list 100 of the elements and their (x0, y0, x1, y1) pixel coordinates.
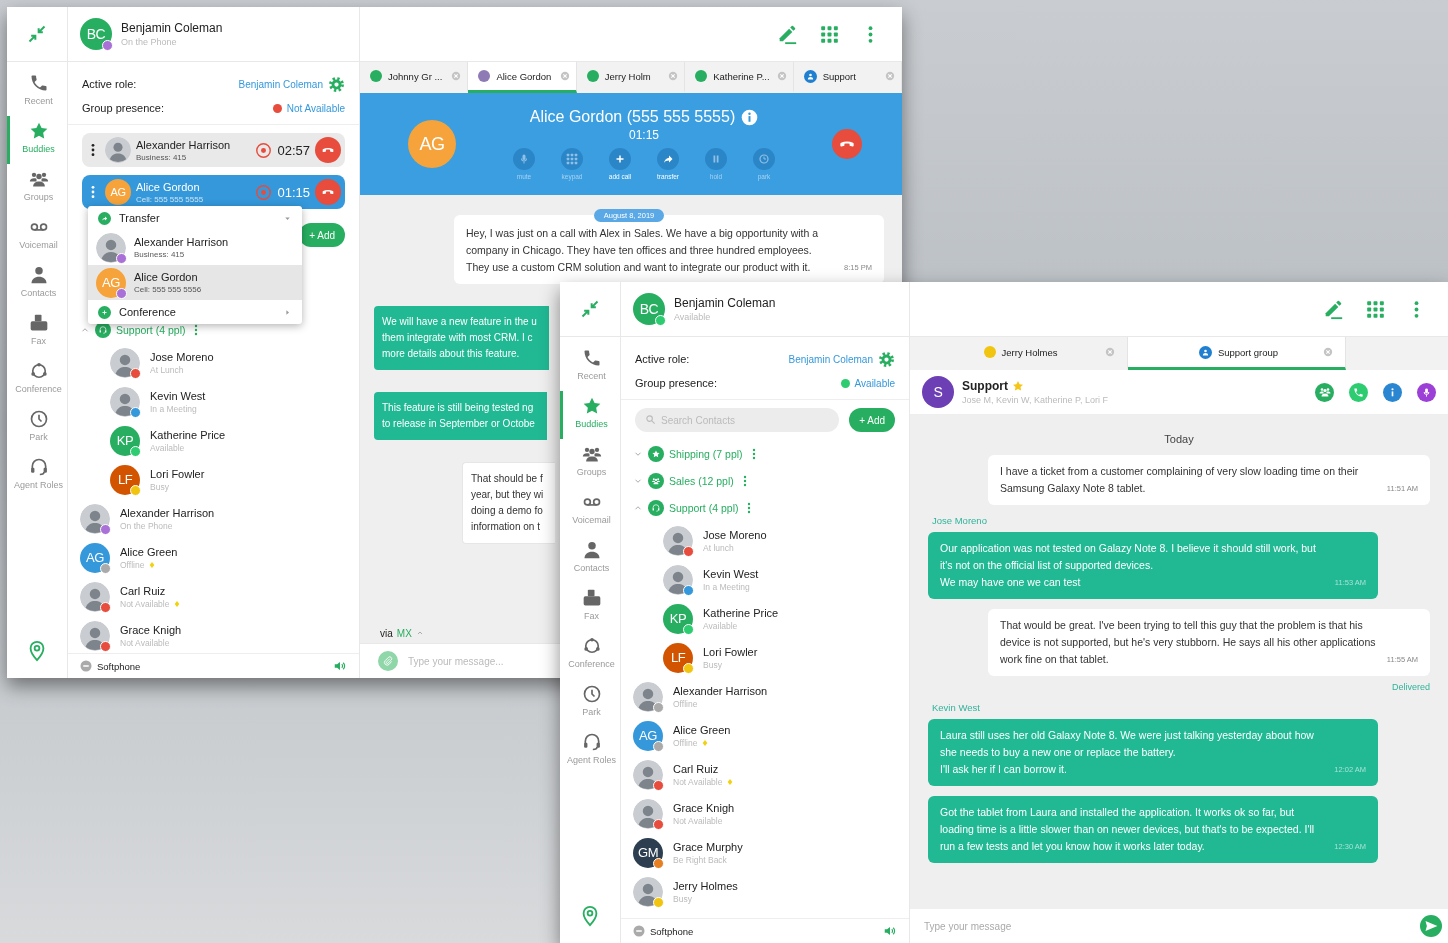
contact-name[interactable]: Jose Moreno (703, 528, 767, 541)
nav-item[interactable]: Contacts (7, 260, 67, 308)
add-button[interactable]: + Add (299, 223, 345, 247)
nav-item[interactable]: Conference (560, 631, 620, 679)
carrier-link[interactable]: MX (396, 627, 412, 639)
group-name[interactable]: Shipping (7 ppl) (669, 447, 743, 460)
menu-item[interactable]: Transfer (88, 206, 302, 230)
contact-name[interactable]: Katherine Price (150, 428, 226, 441)
nav-item[interactable]: Park (7, 404, 67, 452)
contact-status: Busy (703, 659, 722, 670)
send-button[interactable] (1420, 915, 1442, 937)
nav-item[interactable]: Recent (7, 68, 67, 116)
close-icon[interactable] (1105, 347, 1115, 357)
group-button[interactable] (1315, 382, 1334, 402)
menu-item[interactable]: Conference (88, 300, 302, 324)
presence-link[interactable]: Not Available (286, 102, 345, 114)
contact-name[interactable]: Jose Moreno (150, 350, 214, 363)
star-icon[interactable] (1012, 380, 1024, 392)
info-button[interactable] (1383, 382, 1402, 402)
hang-up-button[interactable] (832, 129, 862, 159)
add-button[interactable]: + Add (849, 408, 895, 432)
speaker-icon[interactable] (333, 659, 347, 673)
contact-number: Cell: 555 555 5556 (134, 285, 202, 294)
contact-name[interactable]: Alice Green (120, 545, 178, 558)
contact-name[interactable]: Carl Ruiz (673, 762, 735, 775)
compress-arrows-icon[interactable] (580, 299, 600, 319)
chat-tab[interactable]: Support group (1128, 337, 1346, 370)
chat-tab[interactable]: Alice Gordon (468, 62, 577, 93)
grid-icon[interactable] (820, 24, 839, 44)
message-text: Our application was not tested on Galazy Note 8. I believe it should still work, but it's not on the official list of supported devices. We may have one we can test (940, 541, 1317, 590)
nav-item[interactable]: Buddies (7, 116, 67, 164)
avatar: AG (408, 120, 456, 168)
menu-contact[interactable]: AG Alice Gordon Cell: 555 555 5556 (88, 265, 302, 300)
avatar: BC (80, 18, 112, 50)
message-text: That would be great. I've been trying to tell this guy that the problem is that his device is not supported, but he's very stubborn. He says all his other applications work fine on that tablet. (1000, 618, 1377, 667)
contact-name[interactable]: Alexander Harrison (673, 684, 768, 697)
settings-icon[interactable] (878, 350, 895, 368)
contact-name[interactable]: Kevin West (703, 567, 759, 580)
compress-arrows-icon[interactable] (27, 24, 47, 44)
close-icon[interactable] (668, 71, 679, 81)
close-icon[interactable] (559, 71, 570, 81)
info-icon[interactable] (741, 108, 759, 126)
contact-name[interactable]: Alexander Harrison (120, 506, 215, 519)
call-row[interactable]: Alexander Harrison Business: 415 02:57 (82, 133, 345, 167)
presence-label: Group presence: (635, 377, 717, 389)
nav-item[interactable]: Fax (560, 583, 620, 631)
nav-item[interactable]: Agent Roles (560, 727, 620, 775)
avatar-silhouette (663, 525, 693, 556)
settings-icon[interactable] (328, 75, 345, 93)
star-icon (28, 121, 49, 141)
close-icon[interactable] (776, 71, 787, 81)
role-link[interactable]: Benjamin Coleman (788, 353, 873, 365)
grid-icon[interactable] (1366, 299, 1385, 319)
contact-name[interactable]: Grace Knigh (673, 801, 735, 814)
clock-icon (28, 409, 49, 429)
call-button[interactable] (1349, 382, 1368, 402)
ring-icon (28, 361, 49, 381)
contact-name[interactable]: Lori Fowler (703, 645, 758, 658)
nav-item[interactable]: Groups (560, 439, 620, 487)
group-icon (1198, 345, 1212, 359)
contact-name[interactable]: Grace Murphy (673, 840, 743, 853)
chevron-icon[interactable] (415, 629, 424, 637)
nav-item[interactable]: Agent Roles (7, 452, 67, 500)
contact-name[interactable]: Grace Knigh (120, 623, 182, 636)
nav-item[interactable]: Park (560, 679, 620, 727)
nav-item[interactable]: Recent (560, 343, 620, 391)
group-name[interactable]: Sales (12 ppl) (669, 474, 734, 487)
hang-up-button[interactable] (315, 179, 341, 205)
plus-circle-icon (98, 305, 111, 319)
group-name[interactable]: Support (4 ppl) (116, 323, 186, 336)
user-status: Available (674, 312, 712, 322)
contact-status: On the Phone (120, 520, 173, 531)
nav-item[interactable]: Fax (7, 308, 67, 356)
role-link[interactable]: Benjamin Coleman (238, 78, 323, 90)
nav-item[interactable]: Contacts (560, 535, 620, 583)
nav-item[interactable]: Groups (7, 164, 67, 212)
contact-name[interactable]: Carl Ruiz (120, 584, 182, 597)
group-name[interactable]: Support (4 ppl) (669, 501, 739, 514)
paperclip-icon[interactable] (378, 651, 398, 671)
presence-link[interactable]: Available (854, 377, 895, 389)
fax-icon (28, 313, 49, 333)
record-icon[interactable] (255, 141, 273, 159)
speaker-icon[interactable] (883, 924, 897, 938)
nav-item[interactable]: Voicemail (7, 212, 67, 260)
contact-name[interactable]: Kevin West (150, 389, 206, 402)
microphone-button[interactable] (1417, 382, 1436, 402)
contact-name[interactable]: Lori Fowler (150, 467, 205, 480)
nav-item[interactable]: Conference (7, 356, 67, 404)
nav-item[interactable]: Voicemail (560, 487, 620, 535)
contact-name[interactable]: Jerry Holmes (673, 879, 738, 892)
hang-up-button[interactable] (315, 137, 341, 163)
contact-name[interactable]: Alice Green (673, 723, 731, 736)
contact-name[interactable]: Katherine Price (703, 606, 779, 619)
close-icon[interactable] (885, 71, 896, 81)
close-icon[interactable] (451, 71, 462, 81)
avatar: AG (105, 179, 131, 205)
nav-item[interactable]: Buddies (560, 391, 620, 439)
close-icon[interactable] (1323, 347, 1333, 357)
headset-icon (28, 457, 49, 477)
menu-contact[interactable]: Alexander Harrison Business: 415 (88, 230, 302, 265)
